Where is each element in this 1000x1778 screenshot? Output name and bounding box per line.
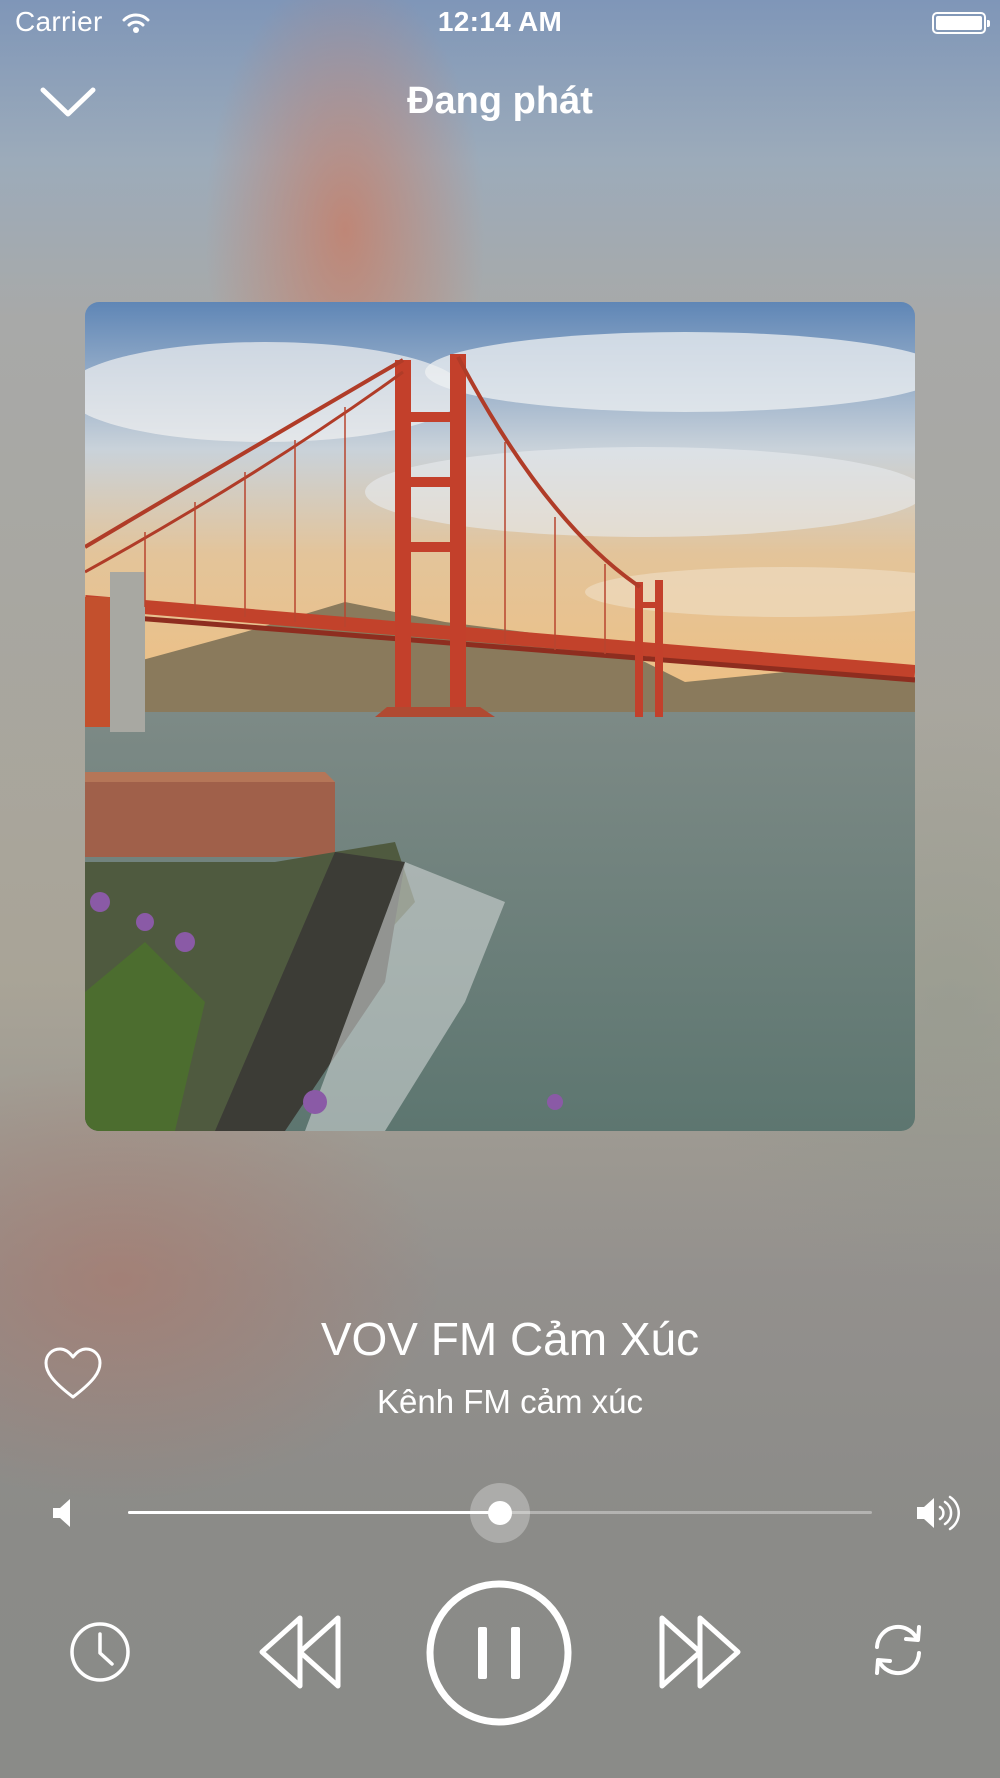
station-subtitle: Kênh FM cảm xúc xyxy=(377,1383,643,1420)
battery-icon xyxy=(932,12,990,34)
station-name: VOV FM Cảm Xúc xyxy=(320,1313,700,1365)
pause-button[interactable] xyxy=(425,1579,573,1727)
heart-outline-icon[interactable] xyxy=(42,1345,104,1401)
volume-slider[interactable] xyxy=(128,1483,872,1543)
clock-icon[interactable] xyxy=(68,1620,132,1684)
volume-thumb[interactable] xyxy=(488,1501,512,1525)
volume-fill xyxy=(128,1511,500,1514)
page-title: Đang phát xyxy=(407,80,593,122)
fast-forward-icon[interactable] xyxy=(658,1614,742,1690)
repeat-icon[interactable] xyxy=(865,1617,931,1683)
pause-icon xyxy=(478,1627,487,1679)
speaker-low-icon xyxy=(53,1499,70,1527)
album-artwork xyxy=(85,302,915,1131)
speaker-high-icon xyxy=(917,1495,960,1531)
status-time: 12:14 AM xyxy=(437,6,563,37)
rewind-icon[interactable] xyxy=(258,1614,342,1690)
